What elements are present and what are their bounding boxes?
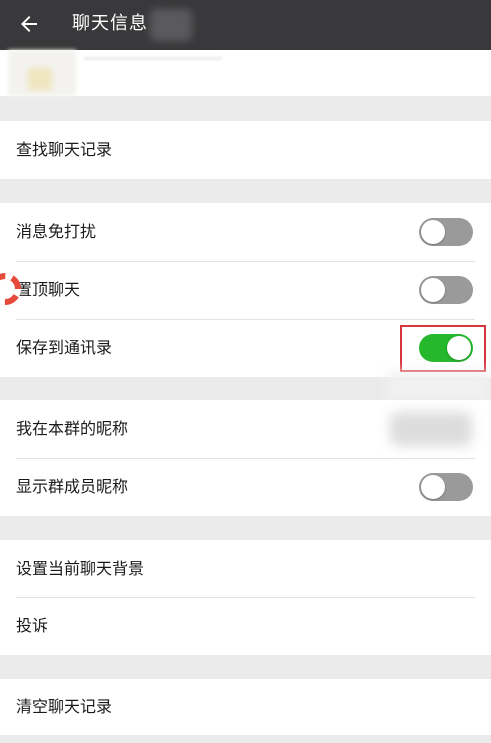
my-nickname-label: 我在本群的昵称: [16, 419, 129, 438]
find-history-label: 查找聊天记录: [16, 140, 113, 159]
pin-toggle[interactable]: [419, 276, 473, 304]
mute-label: 消息免打扰: [16, 222, 97, 241]
set-background-row[interactable]: 设置当前聊天背景: [0, 540, 491, 598]
top-bar: 聊天信息: [0, 0, 491, 50]
clear-history-row[interactable]: 清空聊天记录: [0, 679, 491, 735]
highlight-annotation: [400, 325, 486, 372]
member-avatar-image: [28, 68, 52, 90]
show-nicknames-label: 显示群成员昵称: [16, 477, 129, 496]
report-label: 投诉: [16, 616, 49, 635]
blurred-nickname-value: [390, 412, 472, 446]
show-nicknames-toggle[interactable]: [419, 473, 473, 501]
find-history-section: 查找聊天记录: [0, 121, 491, 179]
chat-info-screen: 聊天信息 查找聊天记录 消息免打扰 置顶聊天 保存到通讯录 我在本群的昵称 显示…: [0, 0, 491, 743]
misc-section: 设置当前聊天背景 投诉: [0, 540, 491, 655]
find-history-row[interactable]: 查找聊天记录: [0, 121, 491, 179]
blurred-member-name: [84, 57, 222, 60]
blurred-title-suffix: [150, 9, 192, 41]
blurred-area: [388, 372, 491, 402]
pin-row[interactable]: 置顶聊天: [0, 261, 491, 319]
mute-toggle[interactable]: [419, 218, 473, 246]
clear-history-label: 清空聊天记录: [16, 697, 113, 716]
pin-label: 置顶聊天: [16, 280, 81, 299]
mute-row[interactable]: 消息免打扰: [0, 203, 491, 261]
show-nicknames-row[interactable]: 显示群成员昵称: [0, 458, 491, 516]
toggle-knob: [421, 278, 445, 302]
toggle-knob: [421, 475, 445, 499]
set-background-label: 设置当前聊天背景: [16, 559, 145, 578]
toggle-knob: [421, 220, 445, 244]
report-row[interactable]: 投诉: [0, 597, 491, 655]
save-contacts-label: 保存到通讯录: [16, 338, 113, 357]
arrow-left-icon: [21, 16, 37, 32]
clear-history-section: 清空聊天记录: [0, 679, 491, 735]
lifebuoy-icon: [0, 273, 21, 305]
page-title: 聊天信息: [72, 13, 148, 34]
back-button[interactable]: [12, 7, 46, 41]
